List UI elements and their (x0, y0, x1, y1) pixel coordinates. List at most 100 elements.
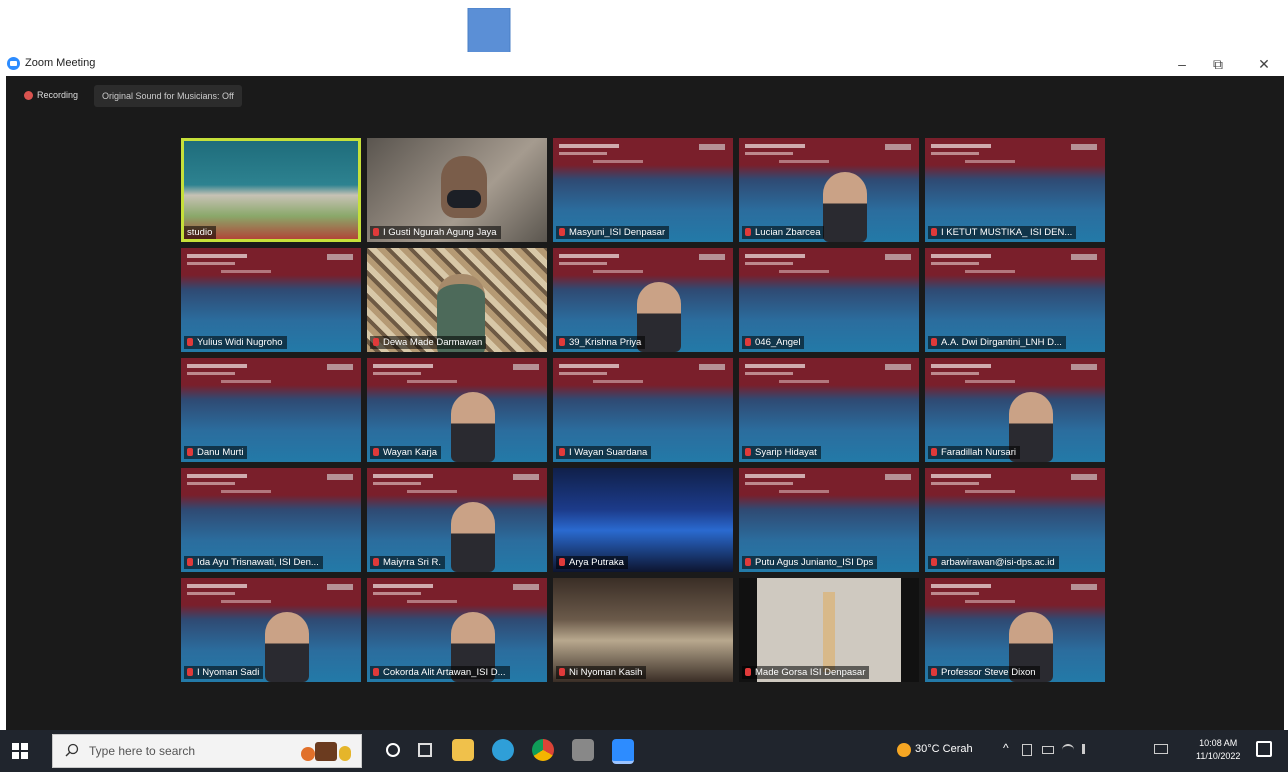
background-banner-text (221, 490, 271, 493)
recording-indicator[interactable]: Recording (18, 85, 84, 105)
tray-network-icon[interactable] (1022, 744, 1032, 756)
window-titlebar: Zoom Meeting – ⧉ ✕ (0, 52, 1288, 76)
participant-name: Masyuni_ISI Denpasar (569, 227, 666, 238)
background-banner-text (559, 254, 619, 258)
participant-tile[interactable]: I Gusti Ngurah Agung Jaya (367, 138, 547, 242)
background-banner-text (559, 152, 607, 155)
participant-tile[interactable]: Yulius Widi Nugroho (181, 248, 361, 352)
participant-tile[interactable]: Ni Nyoman Kasih (553, 578, 733, 682)
background-banner-text (965, 270, 1015, 273)
background-banner-text (1071, 584, 1097, 590)
background-banner-text (327, 254, 353, 260)
participant-tile[interactable]: Wayan Karja (367, 358, 547, 462)
tray-battery-icon[interactable] (1042, 746, 1054, 754)
participant-tile[interactable]: Danu Murti (181, 358, 361, 462)
background-banner-text (699, 144, 725, 150)
background-banner-text (931, 584, 991, 588)
taskbar-search-box[interactable]: Type here to search (52, 734, 362, 768)
background-banner-text (779, 380, 829, 383)
participant-name: arbawirawan@isi-dps.ac.id (941, 557, 1055, 568)
background-banner-text (327, 474, 353, 480)
participant-tile[interactable]: arbawirawan@isi-dps.ac.id (925, 468, 1105, 572)
participant-name-label: 046_Angel (742, 336, 805, 349)
participant-name-label: Syarip Hidayat (742, 446, 821, 459)
widgets-icon[interactable] (418, 743, 432, 757)
participant-tile[interactable]: Professor Steve Dixon (925, 578, 1105, 682)
participant-name: Faradillah Nursari (941, 447, 1016, 458)
tray-wifi-icon[interactable] (1062, 744, 1074, 756)
participant-tile[interactable]: 046_Angel (739, 248, 919, 352)
participant-name: A.A. Dwi Dirgantini_LNH D... (941, 337, 1062, 348)
background-banner-text (221, 600, 271, 603)
participant-tile[interactable]: Masyuni_ISI Denpasar (553, 138, 733, 242)
background-banner-text (187, 474, 247, 478)
search-icon (65, 743, 79, 757)
weather-text[interactable]: 30°C Cerah (915, 743, 973, 755)
background-banner-text (593, 160, 643, 163)
muted-mic-icon (559, 228, 565, 236)
clock-time: 10:08 AM (1199, 738, 1238, 748)
background-banner-text (885, 144, 911, 150)
participant-tile[interactable]: 39_Krishna Priya (553, 248, 733, 352)
close-button[interactable]: ✕ (1250, 54, 1278, 74)
participant-name-label: Made Gorsa ISI Denpasar (742, 666, 870, 679)
participant-tile[interactable]: Dewa Made Darmawan (367, 248, 547, 352)
windows-taskbar: Type here to search 30°C Cerah ^ 10:08 A… (0, 730, 1288, 772)
participant-tile[interactable]: Faradillah Nursari (925, 358, 1105, 462)
search-highlight-icon (297, 739, 357, 763)
windows-start-icon[interactable] (12, 743, 28, 759)
chrome-browser-icon[interactable] (532, 739, 554, 761)
background-banner-text (885, 474, 911, 480)
original-sound-button[interactable]: Original Sound for Musicians: Off (94, 85, 242, 107)
zoom-taskbar-icon[interactable] (612, 739, 634, 764)
participant-tile[interactable]: Ida Ayu Trisnawati, ISI Den... (181, 468, 361, 572)
background-banner-text (187, 584, 247, 588)
background-banner-text (373, 364, 433, 368)
participant-name: Lucian Zbarcea (755, 227, 821, 238)
participant-name: Dewa Made Darmawan (383, 337, 483, 348)
app-icon[interactable] (572, 739, 594, 761)
background-banner-text (407, 490, 457, 493)
tray-keyboard-icon[interactable] (1154, 744, 1168, 754)
participant-tile[interactable]: Putu Agus Junianto_ISI Dps (739, 468, 919, 572)
participant-tile[interactable]: Made Gorsa ISI Denpasar (739, 578, 919, 682)
participant-tile[interactable]: Cokorda Alit Artawan_ISI D... (367, 578, 547, 682)
maximize-button[interactable]: ⧉ (1204, 54, 1232, 74)
participant-name-label: Putu Agus Junianto_ISI Dps (742, 556, 878, 569)
participant-tile[interactable]: studio (181, 138, 361, 242)
tray-volume-icon[interactable] (1082, 744, 1095, 754)
participant-tile[interactable]: A.A. Dwi Dirgantini_LNH D... (925, 248, 1105, 352)
participant-tile[interactable]: Maiyrra Sri R. (367, 468, 547, 572)
background-banner-text (745, 152, 793, 155)
participant-name-label: Cokorda Alit Artawan_ISI D... (370, 666, 510, 679)
participant-tile[interactable]: I KETUT MUSTIKA_ ISI DEN... (925, 138, 1105, 242)
participant-name-label: Ida Ayu Trisnawati, ISI Den... (184, 556, 323, 569)
search-placeholder: Type here to search (89, 744, 196, 758)
muted-mic-icon (187, 448, 193, 456)
background-banner-text (965, 160, 1015, 163)
muted-mic-icon (745, 558, 751, 566)
muted-mic-icon (745, 228, 751, 236)
participant-tile[interactable]: Syarip Hidayat (739, 358, 919, 462)
participant-name: I KETUT MUSTIKA_ ISI DEN... (941, 227, 1073, 238)
participant-name-label: Wayan Karja (370, 446, 442, 459)
task-view-icon[interactable] (386, 743, 400, 757)
participant-tile[interactable]: Lucian Zbarcea (739, 138, 919, 242)
participant-tile[interactable]: I Nyoman Sadi (181, 578, 361, 682)
background-banner-text (559, 262, 607, 265)
edge-browser-icon[interactable] (492, 739, 514, 761)
tray-chevron-icon[interactable]: ^ (1003, 741, 1009, 755)
notification-icon[interactable] (1256, 741, 1272, 757)
participant-tile[interactable]: Arya Putraka (553, 468, 733, 572)
background-banner-text (187, 262, 235, 265)
background-banner-text (699, 254, 725, 260)
participant-name: I Nyoman Sadi (197, 667, 260, 678)
taskbar-clock[interactable]: 10:08 AM 11/10/2022 (1196, 737, 1240, 763)
file-explorer-icon[interactable] (452, 739, 474, 761)
participant-name-label: A.A. Dwi Dirgantini_LNH D... (928, 336, 1066, 349)
minimize-button[interactable]: – (1168, 54, 1196, 74)
background-banner-text (187, 254, 247, 258)
participant-name: Ida Ayu Trisnawati, ISI Den... (197, 557, 319, 568)
participant-tile[interactable]: I Wayan Suardana (553, 358, 733, 462)
participant-video (265, 612, 309, 682)
